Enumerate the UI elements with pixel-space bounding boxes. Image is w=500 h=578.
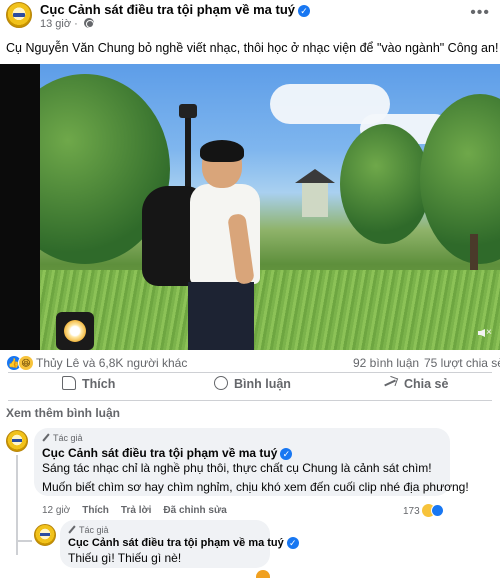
comment-edited-label[interactable]: Đã chỉnh sửa [163, 505, 226, 516]
video-frame: × [40, 64, 500, 350]
comment-label: Bình luận [234, 377, 291, 391]
comment-author-name-text[interactable]: Cục Cảnh sát điều tra tội phạm về ma tuý [42, 446, 277, 460]
reactions-summary[interactable]: Thủy Lê và 6,8K người khác [36, 356, 187, 370]
mute-x-glyph: × [486, 327, 492, 338]
like-button[interactable]: Thích [62, 376, 115, 398]
share-icon [384, 376, 398, 390]
like-label: Thích [82, 377, 116, 391]
tree-shape [340, 124, 430, 244]
comment-reaction-count: 173 [403, 506, 420, 517]
reply-author-name-text[interactable]: Cục Cảnh sát điều tra tội phạm về ma tuý [68, 537, 284, 549]
tree-trunk [470, 234, 478, 274]
page-avatar[interactable] [6, 2, 32, 28]
post-meta: 13 giờ · [40, 18, 94, 30]
page-name-text[interactable]: Cục Cảnh sát điều tra tội phạm về ma tuý [40, 2, 295, 17]
haha-reaction-icon: 😆 [18, 355, 34, 371]
share-count[interactable]: 75 lượt chia sẻ [424, 356, 500, 370]
person-figure [120, 140, 280, 350]
verified-badge-icon: ✓ [298, 5, 310, 17]
author-tag-text: Tác giả [79, 525, 109, 535]
reaction-emoji-icon [256, 570, 270, 578]
comment-like-button[interactable]: Thích [82, 505, 109, 516]
post-caption: Cụ Nguyễn Văn Chung bỏ nghề viết nhạc, t… [6, 41, 499, 55]
share-button[interactable]: Chia sẻ [384, 376, 448, 398]
verified-badge-icon: ✓ [286, 537, 299, 549]
comment-icon [214, 376, 228, 390]
see-more-comments-link[interactable]: Xem thêm bình luận [6, 406, 120, 420]
page-name[interactable]: Cục Cảnh sát điều tra tội phạm về ma tuý… [40, 2, 310, 17]
more-options-icon[interactable]: ••• [470, 4, 490, 22]
reply-text: Thiếu gì! Thiếu gì nè! [68, 551, 182, 565]
stage-light-icon [52, 304, 98, 350]
pavilion-shape [290, 169, 340, 219]
mute-volume-icon[interactable]: × [478, 326, 492, 340]
action-bar: Thích Bình luận Chia sẻ [0, 372, 500, 402]
pavilion-roof [295, 169, 335, 183]
speaker-shape [478, 329, 485, 337]
stage-light-glow [64, 320, 86, 342]
thumbs-up-icon [62, 376, 76, 390]
thread-connector [16, 540, 32, 542]
meta-separator: · [71, 18, 81, 30]
pen-icon [68, 526, 76, 534]
divider [8, 400, 492, 401]
comment-text-line: Sáng tác nhạc chỉ là nghề phụ thôi, thực… [42, 461, 432, 475]
comment-count[interactable]: 92 bình luận [353, 356, 419, 370]
like-reaction-icon [430, 504, 444, 517]
comment-reactions[interactable]: 173 [403, 504, 444, 517]
comment-button[interactable]: Bình luận [214, 376, 291, 398]
pen-icon [42, 434, 50, 442]
reaction-icons[interactable]: 👍 😆 [6, 355, 36, 371]
hair [200, 140, 244, 162]
author-tag: Tác giả [42, 433, 83, 443]
pants [188, 282, 254, 350]
reply-author-avatar[interactable] [34, 524, 56, 546]
author-tag: Tác giả [68, 525, 109, 535]
video-player[interactable]: × [0, 64, 500, 350]
reply-author-name[interactable]: Cục Cảnh sát điều tra tội phạm về ma tuý… [68, 537, 299, 549]
globe-icon [83, 18, 94, 28]
comment-author-avatar[interactable] [6, 430, 28, 452]
comment-time[interactable]: 12 giờ [42, 505, 70, 516]
author-tag-text: Tác giả [53, 433, 83, 443]
comment-author-name[interactable]: Cục Cảnh sát điều tra tội phạm về ma tuý… [42, 446, 293, 460]
pavilion-body [302, 183, 328, 217]
share-label: Chia sẻ [404, 377, 449, 391]
comment-text-line: Muốn biết chìm sơ hay chìm nghỉm, chịu k… [42, 480, 469, 494]
verified-badge-icon: ✓ [280, 448, 293, 460]
comment-meta: 12 giờ Thích Trả lời Đã chỉnh sửa [42, 505, 239, 516]
comment-reply-button[interactable]: Trả lời [121, 505, 151, 516]
post-time[interactable]: 13 giờ [40, 18, 71, 30]
post-header: Cục Cảnh sát điều tra tội phạm về ma tuý… [0, 0, 500, 34]
